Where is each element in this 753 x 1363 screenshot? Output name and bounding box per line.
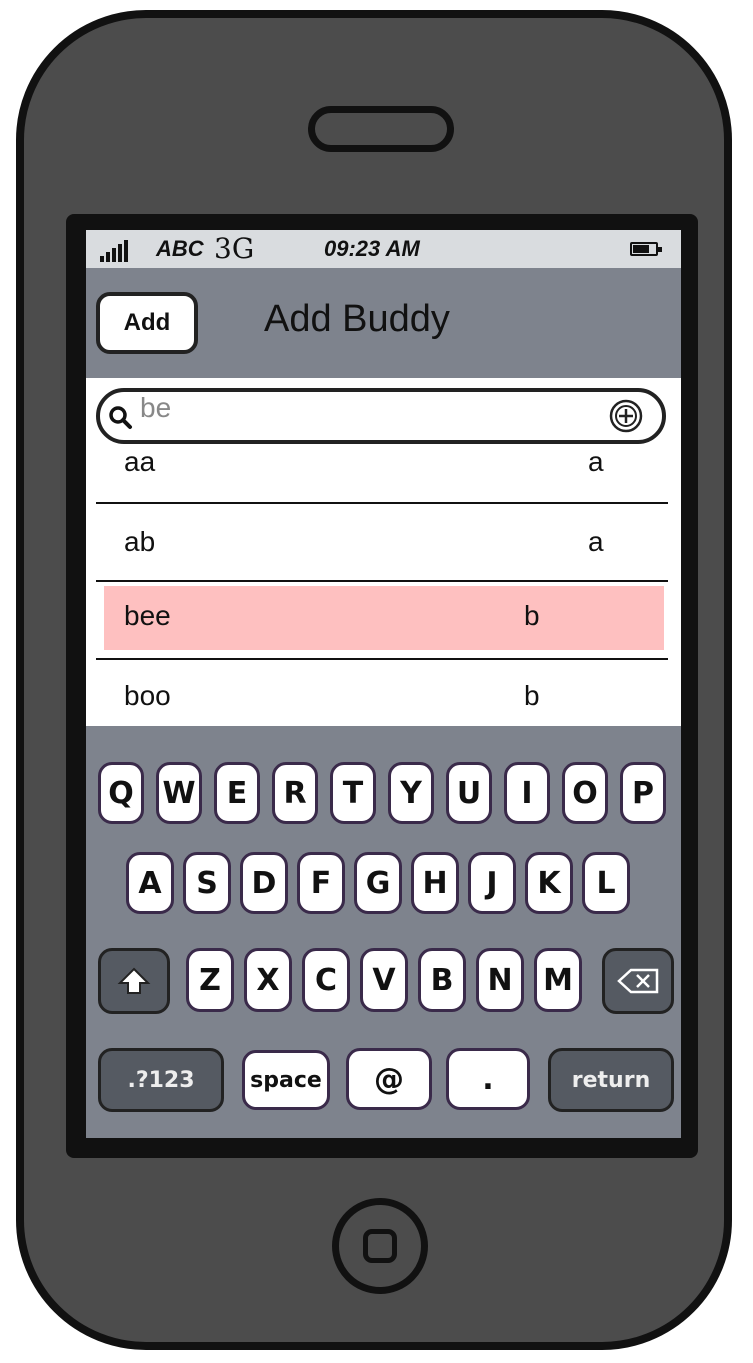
key-c[interactable]: C (302, 948, 350, 1012)
numbers-key[interactable]: .?123 (98, 1048, 224, 1112)
buddy-name: boo (124, 680, 171, 711)
key-s[interactable]: S (183, 852, 231, 914)
key-e[interactable]: E (214, 762, 260, 824)
key-f[interactable]: F (297, 852, 345, 914)
search-field[interactable] (96, 384, 666, 444)
key-p[interactable]: P (620, 762, 666, 824)
status-time: 09:23 AM (324, 236, 420, 261)
list-item[interactable]: aa a (96, 444, 668, 502)
key-d[interactable]: D (240, 852, 288, 914)
keyboard: Q W E R T Y U I O P A S D F G H J K L Z … (86, 726, 681, 1138)
key-i[interactable]: I (504, 762, 550, 824)
key-k[interactable]: K (525, 852, 573, 914)
buddy-initial: a (588, 446, 604, 477)
list-item[interactable]: boo b (96, 660, 668, 726)
key-z[interactable]: Z (186, 948, 234, 1012)
buddy-initial: b (524, 600, 540, 631)
signal-strength-icon (100, 240, 128, 262)
key-n[interactable]: N (476, 948, 524, 1012)
network-type: 3G (214, 232, 255, 265)
key-l[interactable]: L (582, 852, 630, 914)
shift-arrow-icon (117, 967, 151, 994)
at-key[interactable]: @ (346, 1048, 432, 1110)
key-t[interactable]: T (330, 762, 376, 824)
key-v[interactable]: V (360, 948, 408, 1012)
add-circle-icon[interactable] (608, 398, 644, 434)
list-item[interactable]: ab a (96, 504, 668, 580)
search-icon (109, 406, 132, 429)
key-r[interactable]: R (272, 762, 318, 824)
key-g[interactable]: G (354, 852, 402, 914)
key-j[interactable]: J (468, 852, 516, 914)
buddy-initial: a (588, 526, 604, 557)
add-button[interactable]: Add (96, 292, 198, 354)
list-item-selected[interactable]: bee b (104, 586, 664, 650)
backspace-icon (617, 968, 659, 994)
key-q[interactable]: Q (98, 762, 144, 824)
space-key[interactable]: space (242, 1050, 330, 1110)
key-u[interactable]: U (446, 762, 492, 824)
carrier-name: ABC (156, 236, 204, 261)
list-divider (96, 580, 668, 582)
key-o[interactable]: O (562, 762, 608, 824)
page-title: Add Buddy (264, 298, 450, 340)
key-x[interactable]: X (244, 948, 292, 1012)
speaker-slot (308, 106, 454, 152)
buddy-name: aa (124, 446, 156, 477)
shift-key[interactable] (98, 948, 170, 1014)
buddy-name: ab (124, 526, 156, 557)
home-button[interactable] (332, 1198, 428, 1294)
battery-icon (630, 242, 662, 256)
key-y[interactable]: Y (388, 762, 434, 824)
key-a[interactable]: A (126, 852, 174, 914)
search-input[interactable] (140, 384, 600, 432)
status-bar: ABC 3G 09:23 AM (86, 230, 681, 268)
screen: ABC 3G 09:23 AM Add Add Buddy aa a ab a … (86, 230, 681, 1138)
key-m[interactable]: M (534, 948, 582, 1012)
key-b[interactable]: B (418, 948, 466, 1012)
home-square-icon (363, 1229, 397, 1263)
key-h[interactable]: H (411, 852, 459, 914)
return-key[interactable]: return (548, 1048, 674, 1112)
period-key[interactable]: . (446, 1048, 530, 1110)
buddy-initial: b (524, 680, 540, 711)
key-w[interactable]: W (156, 762, 202, 824)
backspace-key[interactable] (602, 948, 674, 1014)
buddy-name: bee (124, 600, 171, 631)
navigation-bar: Add Add Buddy (86, 268, 681, 378)
